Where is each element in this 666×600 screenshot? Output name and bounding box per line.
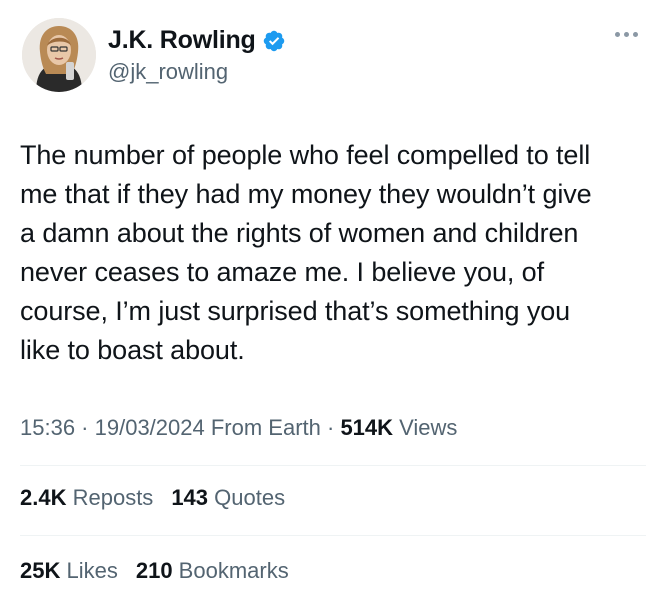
stats-row-likes-bookmarks: 25K Likes 210 Bookmarks bbox=[20, 558, 289, 584]
tweet-header: J.K. Rowling @jk_rowling bbox=[20, 18, 646, 98]
bookmarks-count: 210 bbox=[135, 558, 173, 583]
likes-label: Likes bbox=[60, 558, 118, 583]
quotes-stat[interactable]: 143 Quotes bbox=[171, 485, 285, 511]
stats-row-reposts-quotes: 2.4K Reposts 143 Quotes bbox=[20, 485, 285, 511]
author-names: J.K. Rowling @jk_rowling bbox=[108, 26, 286, 85]
more-horizontal-icon[interactable] bbox=[615, 32, 638, 37]
tweet-meta: 15:36 · 19/03/2024 From Earth · 514K Vie… bbox=[20, 415, 457, 441]
quotes-count: 143 bbox=[171, 485, 209, 510]
likes-count: 25K bbox=[20, 558, 61, 583]
likes-stat[interactable]: 25K Likes bbox=[20, 558, 118, 584]
tweet-date[interactable]: 19/03/2024 bbox=[95, 415, 205, 440]
tweet-text: The number of people who feel compelled … bbox=[20, 140, 592, 365]
author-handle[interactable]: @jk_rowling bbox=[108, 59, 286, 85]
meta-separator: · bbox=[75, 415, 95, 440]
avatar[interactable] bbox=[22, 18, 96, 92]
divider bbox=[20, 465, 646, 466]
verified-badge-icon[interactable] bbox=[262, 29, 286, 53]
bookmarks-stat[interactable]: 210 Bookmarks bbox=[136, 558, 289, 584]
reposts-stat[interactable]: 2.4K Reposts bbox=[20, 485, 153, 511]
views-count[interactable]: 514K bbox=[340, 415, 393, 440]
views-label: Views bbox=[393, 415, 458, 440]
divider bbox=[20, 535, 646, 536]
author-display-name[interactable]: J.K. Rowling bbox=[108, 26, 256, 55]
tweet-source: From Earth bbox=[204, 415, 321, 440]
reposts-count: 2.4K bbox=[20, 485, 67, 510]
tweet-time[interactable]: 15:36 bbox=[20, 415, 75, 440]
meta-separator: · bbox=[320, 415, 341, 440]
reposts-label: Reposts bbox=[66, 485, 154, 510]
avatar-image bbox=[22, 18, 96, 92]
quotes-label: Quotes bbox=[208, 485, 286, 510]
bookmarks-label: Bookmarks bbox=[172, 558, 289, 583]
